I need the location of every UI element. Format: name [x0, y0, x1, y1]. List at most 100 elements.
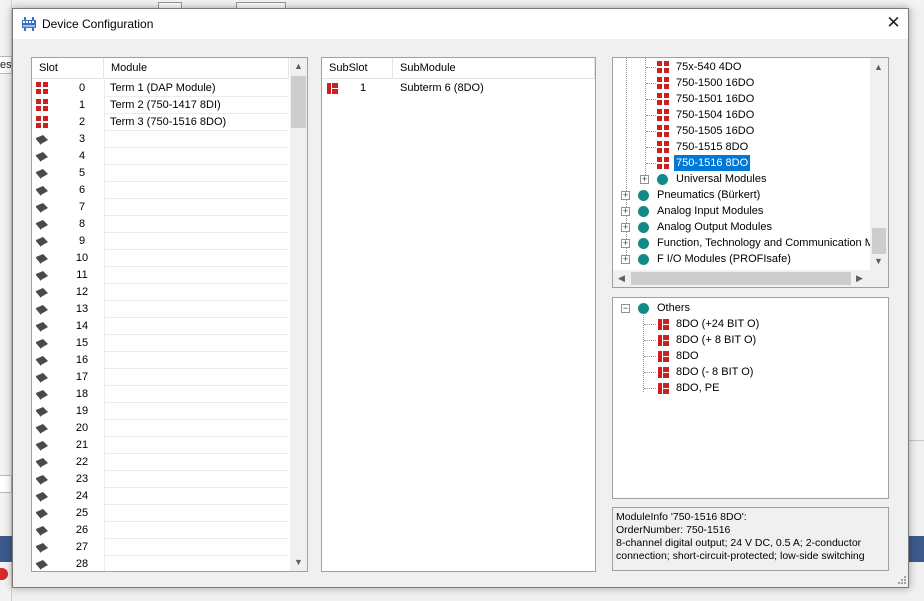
device-configuration-dialog: Device Configuration ✕ Slot Module 0 Term…	[12, 8, 909, 588]
tree-node[interactable]: 8DO (+24 BIT O)	[613, 316, 883, 332]
column-header-slot[interactable]: Slot	[32, 58, 104, 79]
tree-node[interactable]: 8DO	[613, 348, 883, 364]
tree-node-others[interactable]: − Others	[613, 300, 883, 316]
module-cell	[104, 182, 288, 199]
scroll-thumb[interactable]	[291, 76, 306, 128]
tree-node[interactable]: 8DO, PE	[613, 380, 883, 396]
scroll-thumb[interactable]	[631, 272, 851, 285]
tree-node[interactable]: 8DO (+ 8 BIT O)	[613, 332, 883, 348]
slot-table-scrollbar[interactable]: ▲ ▼	[290, 58, 307, 571]
slot-number: 26	[75, 524, 89, 536]
expand-toggle[interactable]: +	[621, 223, 630, 232]
slot-module-table: Slot Module 0 Term 1 (DAP Module) 1 Term 2 …	[31, 57, 308, 572]
tree-label: 8DO (+24 BIT O)	[676, 318, 760, 330]
expand-toggle[interactable]: +	[640, 175, 649, 184]
table-row[interactable]: 8	[32, 216, 289, 233]
module-cell	[104, 267, 288, 284]
table-row[interactable]: 18	[32, 386, 289, 403]
collapse-toggle[interactable]: −	[621, 304, 630, 313]
tree-node[interactable]: + Analog Input Modules	[613, 203, 869, 219]
column-header-subslot[interactable]: SubSlot	[322, 58, 393, 79]
expand-toggle[interactable]: +	[621, 239, 630, 248]
folder-dot-icon	[638, 238, 649, 249]
scroll-down-arrow[interactable]: ▼	[290, 554, 307, 571]
column-header-module[interactable]: Module	[104, 58, 289, 79]
tree-label: 75x-540 4DO	[676, 61, 742, 73]
table-row[interactable]: 16	[32, 352, 289, 369]
slot-cell: 20	[32, 420, 103, 437]
resize-grip-icon[interactable]	[895, 575, 907, 587]
tree-node[interactable]: 750-1501 16DO	[613, 91, 869, 107]
table-row[interactable]: 4	[32, 148, 289, 165]
tree-label: Pneumatics (Bürkert)	[657, 189, 761, 201]
scroll-thumb[interactable]	[872, 228, 886, 254]
tree-node[interactable]: 750-1504 16DO	[613, 107, 869, 123]
empty-slot-icon	[36, 135, 48, 145]
scroll-right-arrow[interactable]: ▶	[851, 270, 868, 287]
table-row[interactable]: 27	[32, 539, 289, 556]
table-row[interactable]: 15	[32, 335, 289, 352]
tree-node[interactable]: 750-1515 8DO	[613, 139, 869, 155]
table-row[interactable]: 26	[32, 522, 289, 539]
table-row[interactable]: 12	[32, 284, 289, 301]
table-row[interactable]: 14	[32, 318, 289, 335]
scroll-down-arrow[interactable]: ▼	[870, 253, 887, 270]
close-button[interactable]: ✕	[879, 9, 908, 39]
expand-toggle[interactable]: +	[621, 191, 630, 200]
catalog-vertical-scrollbar[interactable]: ▲ ▼	[870, 58, 888, 270]
table-row[interactable]: 10	[32, 250, 289, 267]
tree-node[interactable]: 8DO (- 8 BIT O)	[613, 364, 883, 380]
table-row[interactable]: 11	[32, 267, 289, 284]
catalog-horizontal-scrollbar[interactable]: ◀ ▶	[613, 270, 870, 287]
table-row[interactable]: 22	[32, 454, 289, 471]
table-row[interactable]: 7	[32, 199, 289, 216]
tree-node[interactable]: + Pneumatics (Bürkert)	[613, 187, 869, 203]
module-description-line1: 8-channel digital output; 24 V DC, 0.5 A…	[616, 537, 862, 549]
column-header-submodule[interactable]: SubModule	[393, 58, 595, 79]
table-row[interactable]: 21	[32, 437, 289, 454]
subslot-row[interactable]: 1 Subterm 6 (8DO)	[322, 80, 595, 97]
tree-node[interactable]: + F I/O Modules (PROFIsafe)	[613, 251, 869, 267]
module-cell	[104, 437, 288, 454]
table-row[interactable]: 1 Term 2 (750-1417 8DI)	[32, 97, 289, 114]
table-row[interactable]: 5	[32, 165, 289, 182]
tree-node[interactable]: + Universal Modules	[613, 171, 869, 187]
slot-cell: 3	[32, 131, 103, 148]
slot-number: 14	[75, 320, 89, 332]
empty-slot-icon	[36, 475, 48, 485]
module-info-title: ModuleInfo '750-1516 8DO':	[616, 511, 747, 523]
module-cell: Term 2 (750-1417 8DI)	[104, 97, 288, 114]
table-row[interactable]: 23	[32, 471, 289, 488]
expand-toggle[interactable]: +	[621, 255, 630, 264]
tree-node[interactable]: 75x-540 4DO	[613, 59, 869, 75]
table-row[interactable]: 28	[32, 556, 289, 571]
tree-node[interactable]: + Analog Output Modules	[613, 219, 869, 235]
table-row[interactable]: 24	[32, 488, 289, 505]
tree-node[interactable]: 750-1516 8DO	[613, 155, 869, 171]
slot-cell: 17	[32, 369, 103, 386]
tree-node[interactable]: 750-1505 16DO	[613, 123, 869, 139]
module-catalog-tree: 75x-540 4DO 750-1500 16DO 750-1501 16DO 750…	[612, 57, 889, 288]
tree-node[interactable]: 750-1500 16DO	[613, 75, 869, 91]
scroll-left-arrow[interactable]: ◀	[613, 270, 630, 287]
table-row[interactable]: 25	[32, 505, 289, 522]
table-row[interactable]: 17	[32, 369, 289, 386]
table-row[interactable]: 0 Term 1 (DAP Module)	[32, 80, 289, 97]
table-row[interactable]: 2 Term 3 (750-1516 8DO)	[32, 114, 289, 131]
expand-toggle[interactable]: +	[621, 207, 630, 216]
tree-node[interactable]: + Function, Technology and Communication …	[613, 235, 874, 251]
table-row[interactable]: 19	[32, 403, 289, 420]
scroll-up-arrow[interactable]: ▲	[290, 58, 307, 75]
table-row[interactable]: 3	[32, 131, 289, 148]
table-row[interactable]: 20	[32, 420, 289, 437]
slot-cell: 16	[32, 352, 103, 369]
slot-number: 28	[75, 558, 89, 570]
table-row[interactable]: 13	[32, 301, 289, 318]
slot-number: 21	[75, 439, 89, 451]
scroll-up-arrow[interactable]: ▲	[870, 59, 887, 76]
table-row[interactable]: 9	[32, 233, 289, 250]
tree-label: 750-1504 16DO	[676, 109, 755, 121]
module-icon	[657, 93, 669, 105]
table-row[interactable]: 6	[32, 182, 289, 199]
slot-number: 22	[75, 456, 89, 468]
